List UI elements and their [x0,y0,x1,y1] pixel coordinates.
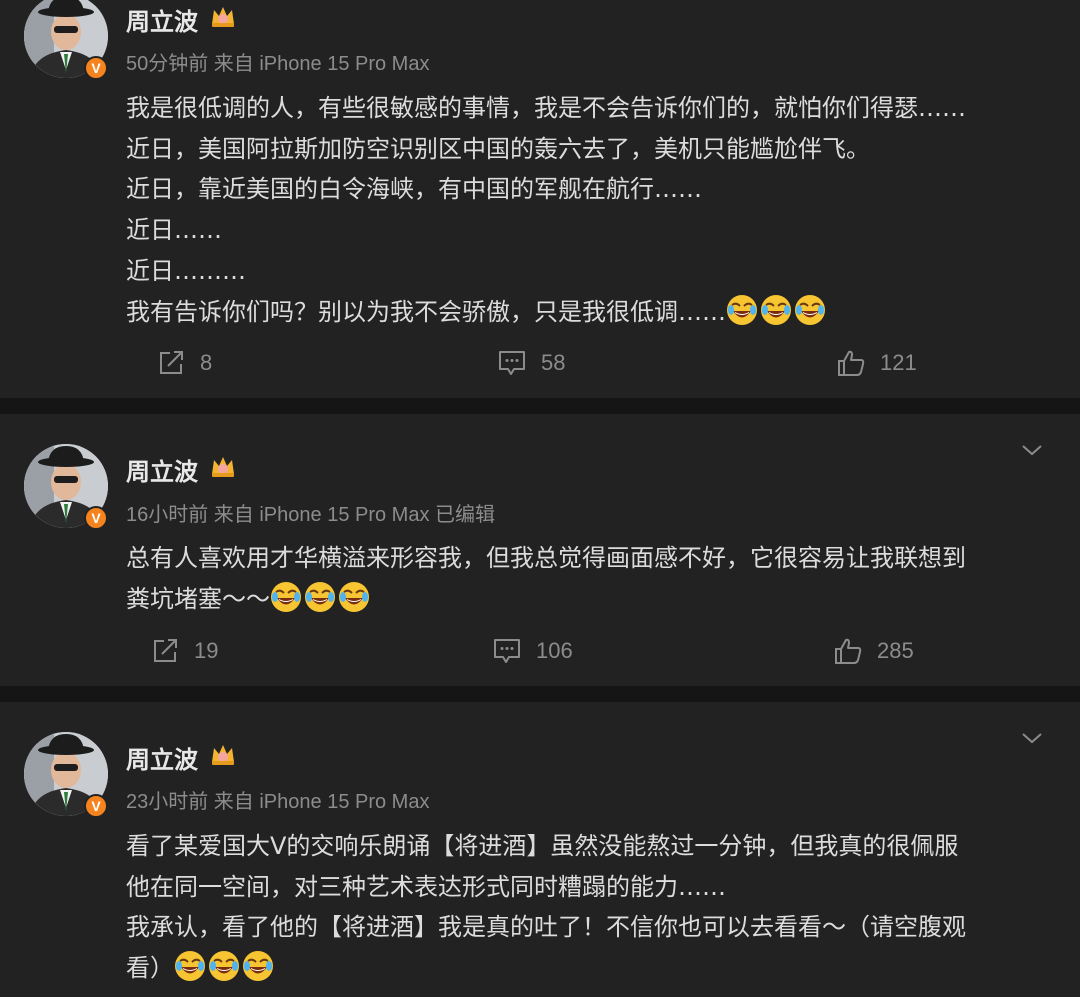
laugh-cry-emoji [208,950,240,982]
repost-count: 8 [200,350,213,375]
text-line-with-emoji: 看） [126,948,1046,989]
text-line: 近日……… [126,256,246,285]
post-meta: 16小时前 来自 iPhone 15 Pro Max 已编辑 [126,504,496,526]
laugh-cry-emoji [794,294,826,326]
like-button[interactable]: 285 [833,636,914,666]
verified-v-icon: V [84,506,108,530]
verified-v-icon: V [84,56,108,80]
text-segment: 我有告诉你们吗？别以为我不会骄傲，只是我很低调…… [126,297,726,326]
laugh-cry-emoji [726,294,758,326]
comment-button[interactable]: 106 [492,636,573,666]
laugh-cry-emoji [338,581,370,613]
like-count: 285 [877,638,914,663]
text-line: 近日，美国阿拉斯加防空识别区中国的轰六去了，美机只能尴尬伴飞。 [126,134,870,163]
chevron-down-icon[interactable] [1020,442,1044,458]
text-line: 我承认，看了他的【将进酒】我是真的吐了！不信你也可以去看看～（请空腹观 [126,913,966,942]
weibo-post[interactable]: V 周立波 23小时前 来自 iPhone 15 Pro Max 看了某爱国大V… [0,702,1080,997]
comment-icon [492,636,522,666]
text-line: 我是很低调的人，有些很敏感的事情，我是不会告诉你们的，就怕你们得瑟…… [126,94,966,122]
post-text: 总有人喜欢用才华横溢来形容我，但我总觉得画面感不好，它很容易让我联想到 粪坑堵塞… [126,538,1046,619]
text-segment: 粪坑堵塞～～ [126,584,270,613]
repost-count: 19 [194,638,219,663]
repost-icon [150,636,180,666]
comment-count: 58 [541,350,566,375]
post-meta: 50分钟前 来自 iPhone 15 Pro Max [126,53,430,75]
author-name[interactable]: 周立波 [126,740,198,775]
text-segment: 看） [126,954,174,983]
laugh-cry-emoji [174,950,206,982]
laugh-cry-emoji [270,581,302,613]
laugh-cry-emoji [242,950,274,982]
text-line: 看了某爱国大V的交响乐朗诵【将进酒】虽然没能熬过一分钟，但我真的很佩服 [126,832,959,860]
like-icon [833,636,863,666]
post-meta: 23小时前 来自 iPhone 15 Pro Max [126,791,430,813]
like-count: 121 [880,350,917,375]
chevron-down-icon[interactable] [1020,730,1044,746]
text-line: 总有人喜欢用才华横溢来形容我，但我总觉得画面感不好，它很容易让我联想到 [126,544,966,572]
text-line: 他在同一空间，对三种艺术表达形式同时糟蹋的能力…… [126,872,726,901]
crown-icon [210,454,236,478]
repost-button[interactable]: 8 [156,348,212,378]
author-name[interactable]: 周立波 [126,2,198,37]
comment-button[interactable]: 58 [497,348,565,378]
weibo-post[interactable]: V 周立波 16小时前 来自 iPhone 15 Pro Max 已编辑 总有人… [0,414,1080,686]
repost-icon [156,348,186,378]
crown-icon [210,742,236,766]
verified-v-icon: V [84,794,108,818]
author-name[interactable]: 周立波 [126,452,198,487]
repost-button[interactable]: 19 [150,636,218,666]
comment-count: 106 [536,638,573,663]
post-text: 看了某爱国大V的交响乐朗诵【将进酒】虽然没能熬过一分钟，但我真的很佩服 他在同一… [126,826,1046,989]
laugh-cry-emoji [760,294,792,326]
text-line: 近日…… [126,216,222,245]
text-line-with-emoji: 我有告诉你们吗？别以为我不会骄傲，只是我很低调…… [126,292,1046,333]
text-line-with-emoji: 粪坑堵塞～～ [126,579,1046,620]
laugh-cry-emoji [304,581,336,613]
text-line: 近日，靠近美国的白令海峡，有中国的军舰在航行…… [126,175,702,204]
weibo-post[interactable]: V 周立波 50分钟前 来自 iPhone 15 Pro Max 我是很低调的人… [0,0,1080,398]
like-button[interactable]: 121 [836,348,917,378]
like-icon [836,348,866,378]
post-text: 我是很低调的人，有些很敏感的事情，我是不会告诉你们的，就怕你们得瑟…… 近日，美… [126,88,1046,332]
comment-icon [497,348,527,378]
crown-icon [210,4,236,28]
